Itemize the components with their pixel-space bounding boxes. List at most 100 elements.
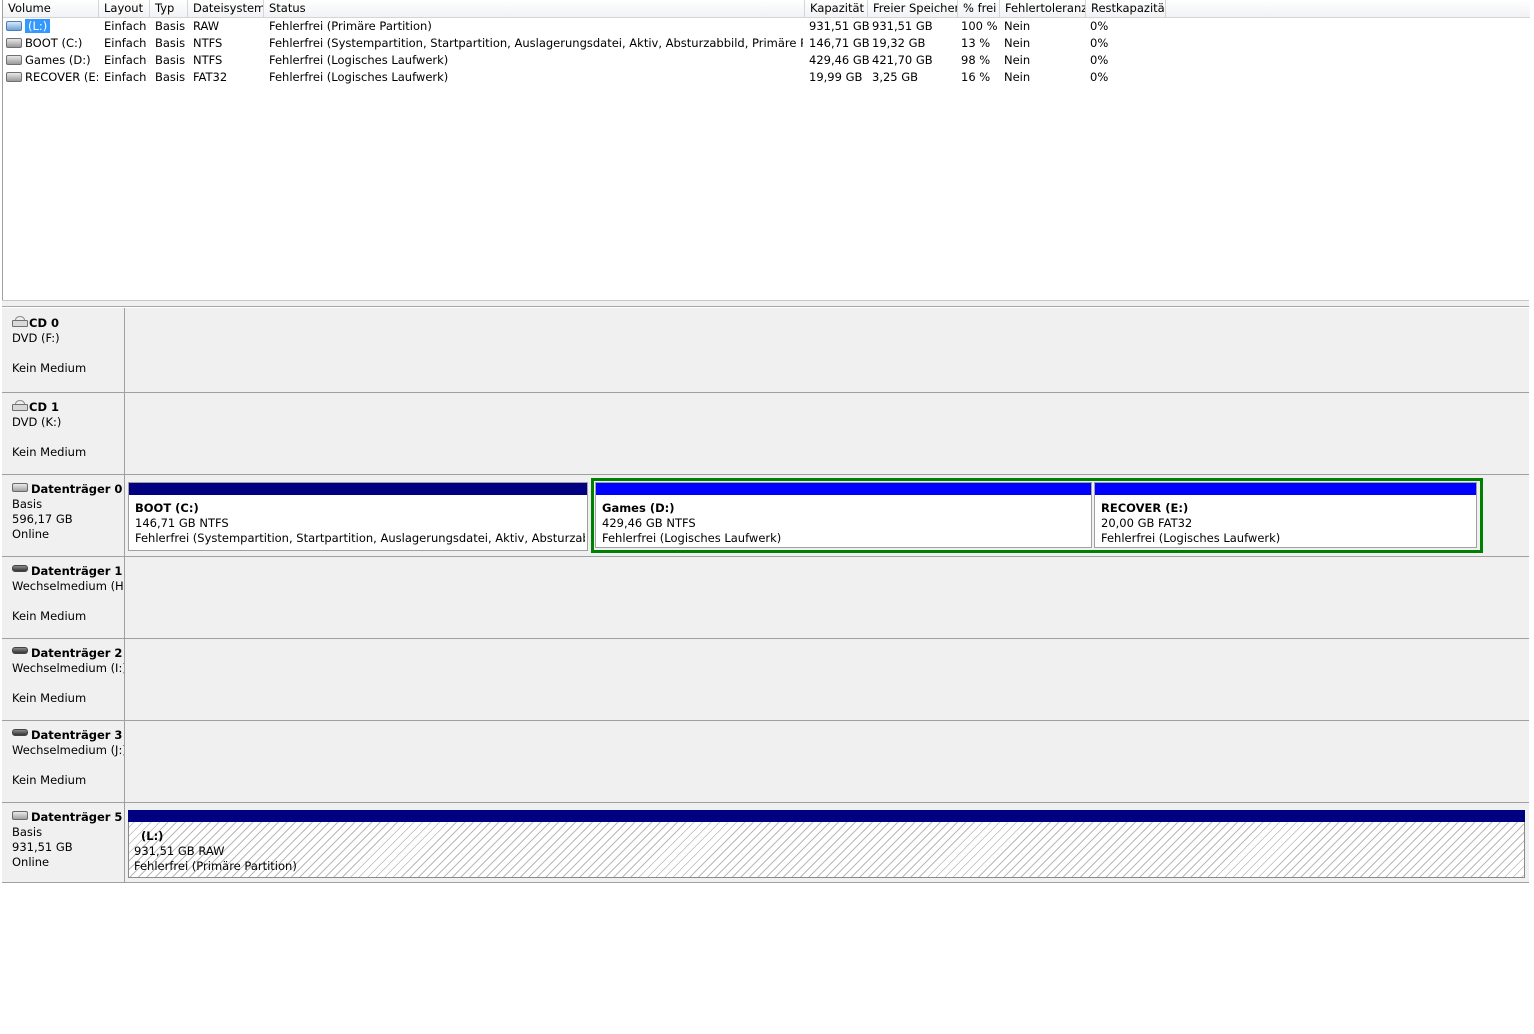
removable-disk-icon (12, 565, 28, 572)
disk-info[interactable]: CD 0 DVD (F:) Kein Medium (2, 308, 125, 392)
disk-type: Basis (12, 497, 43, 511)
partition-status: Fehlerfrei (Primäre Partition) (134, 859, 297, 873)
partition-size: 20,00 GB FAT32 (1101, 516, 1193, 530)
col-typ[interactable]: Typ (150, 0, 188, 17)
disk-size: 931,51 GB (12, 840, 73, 854)
cell-dateisystem: FAT32 (193, 70, 228, 84)
cell-prozent: 100 % (961, 19, 998, 33)
disk-partitions: (L:) 931,51 GB RAW Fehlerfrei (Primäre P… (126, 802, 1529, 882)
cell-status: Fehlerfrei (Logisches Laufwerk) (269, 53, 449, 67)
partition-boot-c[interactable]: BOOT (C:) 146,71 GB NTFS Fehlerfrei (Sys… (128, 482, 588, 551)
cell-layout: Einfach (104, 19, 147, 33)
disk-partitions: BOOT (C:) 146,71 GB NTFS Fehlerfrei (Sys… (126, 474, 1529, 556)
volume-name: BOOT (C:) (25, 36, 83, 50)
logical-drive-bar (1095, 483, 1476, 495)
volume-list[interactable]: Volume Layout Typ Dateisystem Status Kap… (2, 0, 1530, 300)
col-prozent-frei[interactable]: % frei (958, 0, 1000, 17)
cell-rest: 0% (1090, 70, 1109, 84)
disk-type: Wechselmedium (H: (12, 579, 124, 593)
disk-name: Datenträger 5 (31, 810, 123, 824)
cell-kapazitaet: 19,99 GB (809, 70, 863, 84)
disk-name: CD 1 (29, 400, 59, 414)
disk-row-2[interactable]: Datenträger 2 Wechselmedium (I:) Kein Me… (2, 638, 1529, 721)
cell-status: Fehlerfrei (Systempartition, Startpartit… (269, 36, 803, 50)
partition-status: Fehlerfrei (Systempartition, Startpartit… (135, 531, 585, 545)
disk-row-5[interactable]: Datenträger 5 Basis 931,51 GB Online (L:… (2, 802, 1529, 883)
cell-dateisystem: NTFS (193, 36, 223, 50)
primary-partition-bar (128, 810, 1525, 822)
col-status[interactable]: Status (264, 0, 805, 17)
disk-size: 596,17 GB (12, 512, 73, 526)
col-kapazitaet[interactable]: Kapazität (805, 0, 868, 17)
cell-fehlertoleranz: Nein (1004, 70, 1031, 84)
cd-drive-icon (12, 316, 28, 327)
disk-type: Basis (12, 825, 43, 839)
disk-info[interactable]: Datenträger 1 Wechselmedium (H: Kein Med… (2, 556, 125, 638)
table-row[interactable]: Games (D:) Einfach Basis NTFS Fehlerfrei… (3, 52, 1530, 69)
disk-row-0[interactable]: Datenträger 0 Basis 596,17 GB Online BOO… (2, 474, 1529, 557)
col-dateisystem[interactable]: Dateisystem (188, 0, 264, 17)
partition-size: 429,46 GB NTFS (602, 516, 696, 530)
disk-info[interactable]: Datenträger 2 Wechselmedium (I:) Kein Me… (2, 638, 125, 720)
table-row[interactable]: BOOT (C:) Einfach Basis NTFS Fehlerfrei … (3, 35, 1530, 52)
partition-games-d[interactable]: Games (D:) 429,46 GB NTFS Fehlerfrei (Lo… (595, 482, 1092, 548)
cell-kapazitaet: 429,46 GB (809, 53, 870, 67)
disk-content-empty (126, 392, 1529, 474)
disk-row-cd0[interactable]: CD 0 DVD (F:) Kein Medium (2, 308, 1529, 393)
blue-disk-icon (6, 20, 22, 31)
cell-layout: Einfach (104, 53, 147, 67)
partition-title: (L:) (141, 829, 164, 843)
volume-list-header: Volume Layout Typ Dateisystem Status Kap… (3, 0, 1530, 18)
removable-disk-icon (12, 729, 28, 736)
pane-splitter[interactable] (2, 300, 1529, 307)
cell-rest: 0% (1090, 36, 1109, 50)
cell-typ: Basis (155, 19, 186, 33)
col-layout[interactable]: Layout (99, 0, 150, 17)
volume-name: RECOVER (E:) (25, 70, 98, 84)
partition-size: 146,71 GB NTFS (135, 516, 229, 530)
partition-recover-e[interactable]: RECOVER (E:) 20,00 GB FAT32 Fehlerfrei (… (1094, 482, 1477, 548)
cell-layout: Einfach (104, 70, 147, 84)
disk-icon (6, 71, 22, 82)
table-row[interactable]: RECOVER (E:) Einfach Basis FAT32 Fehlerf… (3, 69, 1530, 86)
cell-kapazitaet: 931,51 GB (809, 19, 870, 33)
partition-status: Fehlerfrei (Logisches Laufwerk) (602, 531, 782, 545)
cell-frei: 931,51 GB (872, 19, 933, 33)
disk-content-empty (126, 308, 1529, 392)
disk-status: Kein Medium (12, 691, 87, 705)
cell-frei: 3,25 GB (872, 70, 919, 84)
disk-row-1[interactable]: Datenträger 1 Wechselmedium (H: Kein Med… (2, 556, 1529, 639)
logical-drive-bar (596, 483, 1091, 495)
col-restkapazitaet[interactable]: Restkapazität (1086, 0, 1166, 17)
disk-type: Wechselmedium (J:) (12, 743, 124, 757)
disk-info[interactable]: Datenträger 0 Basis 596,17 GB Online (2, 474, 125, 556)
partition-title: BOOT (C:) (135, 501, 199, 515)
cell-dateisystem: RAW (193, 19, 220, 33)
disk-info[interactable]: CD 1 DVD (K:) Kein Medium (2, 392, 125, 474)
disk-status: Online (12, 855, 50, 869)
disk-info[interactable]: Datenträger 5 Basis 931,51 GB Online (2, 802, 125, 882)
cell-frei: 421,70 GB (872, 53, 933, 67)
disk-status: Kein Medium (12, 361, 87, 375)
volume-name: (L:) (25, 19, 51, 33)
table-row[interactable]: (L:) Einfach Basis RAW Fehlerfrei (Primä… (3, 18, 1530, 35)
disk-status: Online (12, 527, 50, 541)
volume-name: Games (D:) (25, 53, 91, 67)
disk-icon (6, 54, 22, 65)
cell-layout: Einfach (104, 36, 147, 50)
disk-row-3[interactable]: Datenträger 3 Wechselmedium (J:) Kein Me… (2, 720, 1529, 803)
cell-prozent: 98 % (961, 53, 991, 67)
disk-content-empty (126, 638, 1529, 720)
col-freier-speicher[interactable]: Freier Speicher (868, 0, 958, 17)
disk-name: CD 0 (29, 316, 59, 330)
cell-kapazitaet: 146,71 GB (809, 36, 870, 50)
col-volume[interactable]: Volume (3, 0, 99, 17)
disk-status: Kein Medium (12, 609, 87, 623)
disk-row-cd1[interactable]: CD 1 DVD (K:) Kein Medium (2, 392, 1529, 475)
disk-name: Datenträger 1 (31, 564, 123, 578)
cell-status: Fehlerfrei (Primäre Partition) (269, 19, 432, 33)
disk-icon (6, 37, 22, 48)
disk-info[interactable]: Datenträger 3 Wechselmedium (J:) Kein Me… (2, 720, 125, 802)
col-fehlertoleranz[interactable]: Fehlertoleranz (1000, 0, 1086, 17)
partition-l-raw[interactable]: (L:) 931,51 GB RAW Fehlerfrei (Primäre P… (128, 810, 1525, 878)
